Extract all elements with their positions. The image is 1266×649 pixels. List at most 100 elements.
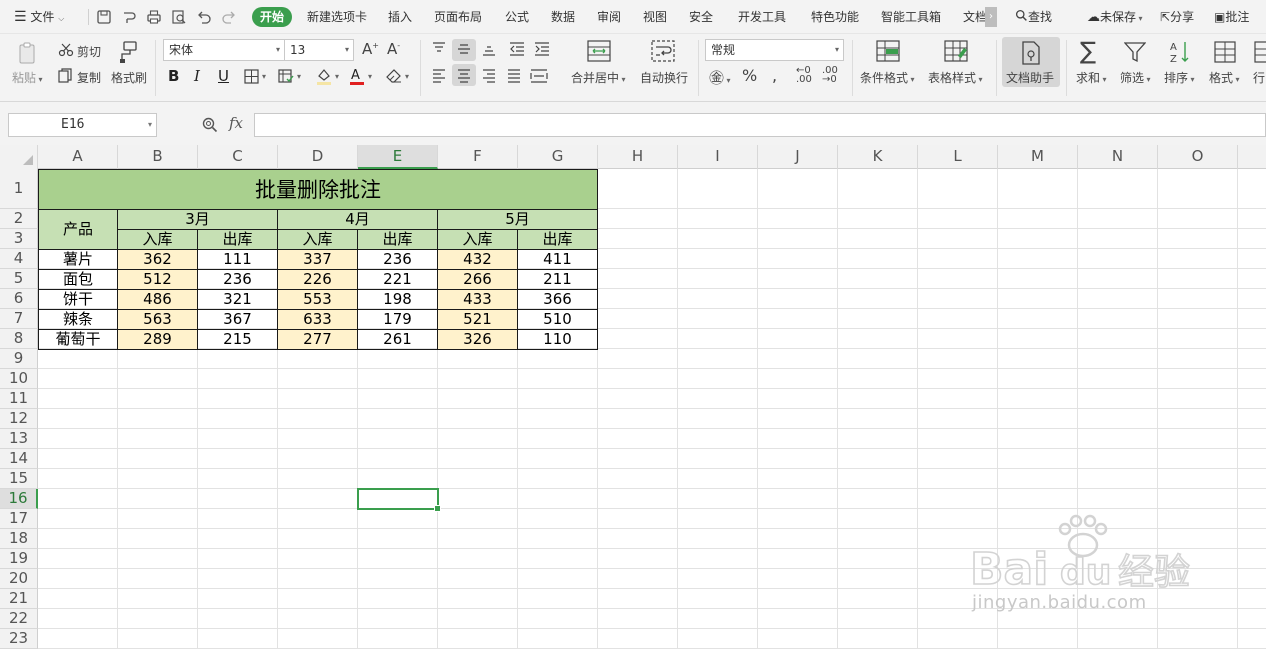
doc-assistant-icon[interactable] [1020, 41, 1042, 65]
column-header[interactable]: B [118, 145, 198, 169]
save-icon[interactable] [96, 9, 112, 25]
row-header[interactable]: 8 [0, 329, 38, 349]
value-cell[interactable]: 362 [117, 249, 198, 270]
chevron-down-icon[interactable]: ▾ [368, 72, 372, 81]
value-cell[interactable]: 367 [197, 309, 278, 330]
sub-header[interactable]: 出库 [197, 229, 278, 250]
sub-header[interactable]: 出库 [517, 229, 598, 250]
tab-smart-toolbox[interactable]: 智能工具箱 [881, 0, 941, 34]
increase-font-icon[interactable]: A+ [362, 40, 379, 58]
row-header[interactable]: 22 [0, 609, 38, 629]
column-header[interactable]: N [1078, 145, 1158, 169]
filter-icon[interactable] [1124, 41, 1146, 63]
row-header[interactable]: 7 [0, 309, 38, 329]
sub-header[interactable]: 入库 [117, 229, 198, 250]
row-header[interactable]: 6 [0, 289, 38, 309]
paste-icon[interactable] [16, 41, 40, 65]
value-cell[interactable]: 110 [517, 329, 598, 350]
justify-icon[interactable] [507, 69, 521, 83]
value-cell[interactable]: 289 [117, 329, 198, 350]
name-box[interactable]: E16 ▾ [8, 113, 157, 137]
border-icon[interactable] [244, 69, 259, 84]
decrease-font-icon[interactable]: A- [387, 40, 400, 58]
export-icon[interactable] [121, 9, 137, 25]
row-header[interactable]: 16 [0, 489, 38, 509]
row-header[interactable]: 9 [0, 349, 38, 369]
tab-document[interactable]: 文档 [963, 0, 987, 34]
row-header[interactable]: 1 [0, 169, 38, 209]
increase-decimal-icon[interactable]: ←0.00 [796, 66, 812, 85]
chevron-down-icon[interactable]: ▾ [335, 72, 339, 81]
doc-assistant-button[interactable]: 文档助手 [1006, 69, 1054, 86]
column-header[interactable]: E [358, 145, 438, 169]
value-cell[interactable]: 111 [197, 249, 278, 270]
currency-icon[interactable]: ㊎ ▾ [709, 67, 731, 88]
product-cell[interactable]: 面包 [38, 269, 118, 290]
paste-label[interactable]: 粘贴 ▾ [12, 69, 43, 86]
cut-button[interactable]: 剪切 [77, 43, 101, 60]
value-cell[interactable]: 553 [277, 289, 358, 310]
row-header[interactable]: 4 [0, 249, 38, 269]
copy-icon[interactable] [58, 68, 73, 83]
value-cell[interactable]: 266 [437, 269, 518, 290]
selected-cell-cursor[interactable] [357, 488, 441, 512]
align-center-icon[interactable] [457, 69, 471, 83]
undo-icon[interactable] [196, 9, 212, 25]
row-header[interactable]: 5 [0, 269, 38, 289]
italic-button[interactable]: I [194, 67, 200, 85]
row-header[interactable]: 23 [0, 629, 38, 649]
format-icon[interactable] [1214, 41, 1236, 63]
row-col-icon[interactable] [1254, 41, 1266, 63]
column-header[interactable]: K [838, 145, 918, 169]
column-header[interactable]: C [198, 145, 278, 169]
decrease-decimal-icon[interactable]: .00 →0 [822, 66, 838, 85]
sum-icon[interactable]: ∑ [1080, 39, 1096, 63]
column-header[interactable]: A [38, 145, 118, 169]
select-all-corner[interactable] [0, 145, 38, 169]
sub-header[interactable]: 入库 [277, 229, 358, 250]
value-cell[interactable]: 521 [437, 309, 518, 330]
print-preview-icon[interactable] [171, 9, 187, 25]
value-cell[interactable]: 486 [117, 289, 198, 310]
unsaved-status-button[interactable]: ☁未保存 ▾ [1087, 0, 1143, 34]
product-cell[interactable]: 葡萄干 [38, 329, 118, 350]
table-title[interactable]: 批量删除批注 [38, 169, 598, 210]
row-header[interactable]: 17 [0, 509, 38, 529]
product-header[interactable]: 产品 [38, 209, 118, 250]
tab-scroll-right-icon[interactable]: › [985, 7, 997, 27]
filter-button[interactable]: 筛选 ▾ [1120, 69, 1151, 86]
value-cell[interactable]: 321 [197, 289, 278, 310]
column-header[interactable]: M [998, 145, 1078, 169]
value-cell[interactable]: 198 [357, 289, 438, 310]
conditional-format-button[interactable]: 条件格式 ▾ [860, 69, 915, 86]
value-cell[interactable]: 211 [517, 269, 598, 290]
sub-header[interactable]: 入库 [437, 229, 518, 250]
tab-formulas[interactable]: 公式 [505, 0, 529, 34]
redo-icon[interactable] [221, 9, 237, 25]
format-button[interactable]: 格式 ▾ [1209, 69, 1240, 86]
value-cell[interactable]: 366 [517, 289, 598, 310]
cell-style-icon[interactable] [278, 69, 294, 84]
chevron-down-icon[interactable]: ▾ [262, 72, 266, 81]
font-size-select[interactable]: 13 ▾ [284, 39, 354, 61]
table-style-icon[interactable] [944, 40, 968, 62]
value-cell[interactable]: 433 [437, 289, 518, 310]
tab-home[interactable]: 开始 [252, 7, 293, 27]
align-middle-icon[interactable] [457, 42, 471, 56]
value-cell[interactable]: 510 [517, 309, 598, 330]
thousands-separator-icon[interactable]: , [772, 66, 777, 85]
percent-button[interactable]: % [742, 66, 757, 85]
product-cell[interactable]: 饼干 [38, 289, 118, 310]
underline-button[interactable]: U [218, 67, 229, 85]
formula-input[interactable] [254, 113, 1266, 137]
row-header[interactable]: 13 [0, 429, 38, 449]
tab-view[interactable]: 视图 [643, 0, 667, 34]
fill-color-icon[interactable] [315, 67, 333, 85]
tab-insert[interactable]: 插入 [388, 0, 412, 34]
fx-icon[interactable]: fx [229, 114, 243, 132]
tab-data[interactable]: 数据 [551, 0, 575, 34]
number-format-select[interactable]: 常规 ▾ [705, 39, 844, 61]
font-name-select[interactable]: 宋体 ▾ [163, 39, 285, 61]
distribute-icon[interactable] [530, 69, 548, 83]
comment-button[interactable]: ▣批注 [1214, 0, 1249, 34]
